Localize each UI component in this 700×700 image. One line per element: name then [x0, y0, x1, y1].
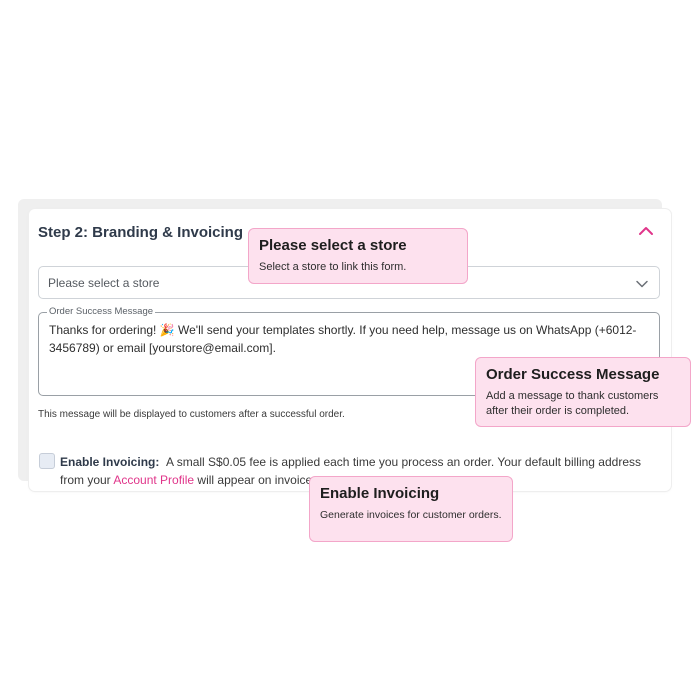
chevron-up-icon[interactable] — [637, 222, 655, 240]
invoicing-tooltip: Enable Invoicing Generate invoices for c… — [309, 476, 513, 542]
invoicing-suffix-text: will appear on invoices. — [197, 473, 322, 487]
store-tooltip-body: Select a store to link this form. — [259, 261, 407, 273]
invoice-tooltip-body: Generate invoices for customer orders. — [320, 509, 502, 521]
chevron-down-icon — [635, 277, 649, 296]
order-success-message-label: Order Success Message — [47, 306, 156, 317]
store-tooltip-title: Please select a store — [259, 237, 407, 254]
store-select-placeholder: Please select a store — [48, 276, 160, 290]
order-tooltip-title: Order Success Message — [486, 366, 660, 383]
order-success-message-value[interactable]: Thanks for ordering! 🎉 We'll send your t… — [49, 321, 653, 357]
store-tooltip: Please select a store Select a store to … — [248, 228, 468, 284]
account-profile-link[interactable]: Account Profile — [113, 473, 194, 487]
order-tooltip-body: Add a message to thank customers after t… — [486, 390, 659, 417]
order-message-tooltip: Order Success Message Add a message to t… — [475, 357, 691, 427]
invoice-tooltip-title: Enable Invoicing — [320, 485, 440, 502]
onboarding-stage: Step 2: Branding & Invoicing Please sele… — [0, 0, 700, 700]
enable-invoicing-checkbox[interactable] — [39, 453, 55, 469]
order-message-helper: This message will be displayed to custom… — [38, 409, 345, 420]
card-title: Step 2: Branding & Invoicing — [38, 224, 244, 241]
enable-invoicing-label: Enable Invoicing: — [60, 455, 160, 469]
